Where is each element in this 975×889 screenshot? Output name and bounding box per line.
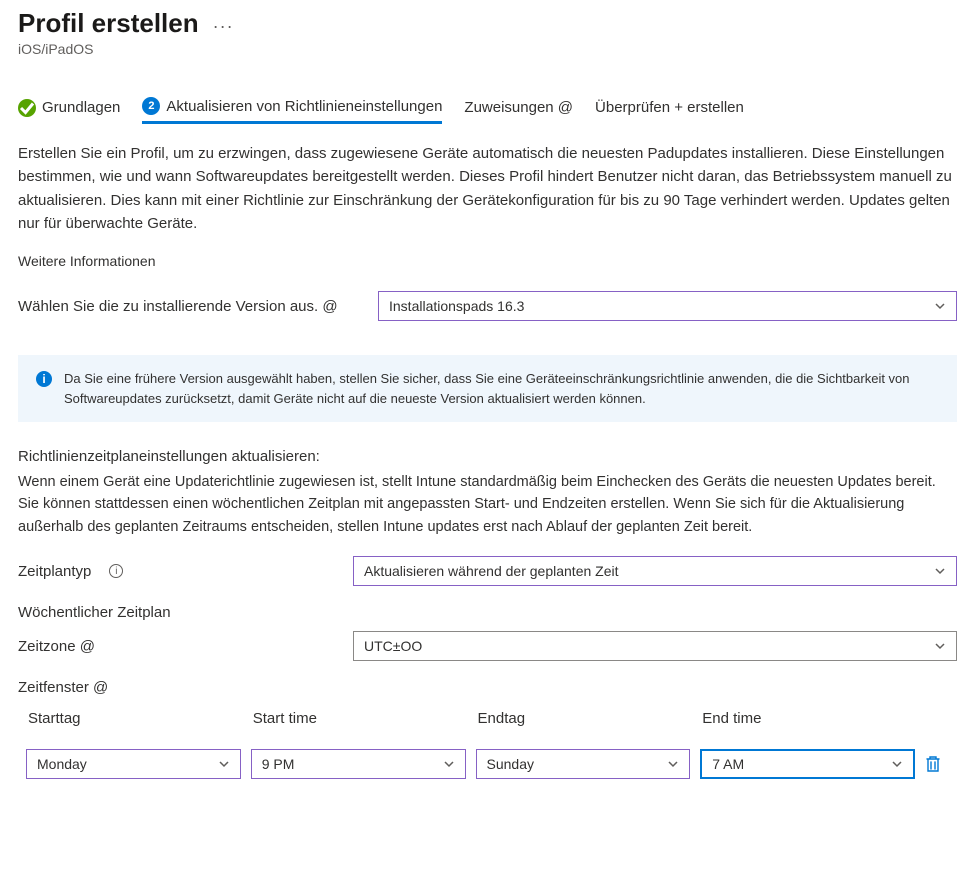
start-day-value: Monday: [37, 756, 87, 772]
start-time-select[interactable]: 9 PM: [251, 749, 466, 779]
schedule-body: Wenn einem Gerät eine Updaterichtlinie z…: [18, 471, 957, 538]
col-end-time: End time: [700, 706, 915, 739]
end-day-value: Sunday: [487, 756, 534, 772]
info-hint-icon[interactable]: i: [109, 564, 123, 578]
tab-basics[interactable]: Grundlagen: [18, 99, 120, 123]
delete-row-button[interactable]: [925, 755, 949, 773]
col-end-day: Endtag: [476, 706, 691, 739]
timewindow-grid: Starttag Start time Endtag End time Mond…: [26, 706, 949, 779]
chevron-down-icon: [934, 640, 946, 652]
more-info-link[interactable]: Weitere Informationen: [18, 253, 957, 269]
tab-review-label: Überprüfen + erstellen: [595, 99, 744, 116]
schedule-type-label: Zeitplantyp: [18, 563, 91, 580]
info-banner: i Da Sie eine frühere Version ausgewählt…: [18, 355, 957, 422]
timezone-label: Zeitzone @: [18, 638, 343, 655]
info-banner-text: Da Sie eine frühere Version ausgewählt h…: [64, 369, 939, 408]
end-time-select[interactable]: 7 AM: [700, 749, 915, 779]
chevron-down-icon: [934, 565, 946, 577]
tab-review[interactable]: Überprüfen + erstellen: [595, 99, 744, 122]
schedule-type-select[interactable]: Aktualisieren während der geplanten Zeit: [353, 556, 957, 586]
wizard-tabs: Grundlagen 2 Aktualisieren von Richtlini…: [18, 97, 957, 124]
col-start-time: Start time: [251, 706, 466, 739]
version-select-value: Installationspads 16.3: [389, 298, 524, 314]
end-day-select[interactable]: Sunday: [476, 749, 691, 779]
tab-assignments[interactable]: Zuweisungen @: [464, 99, 573, 122]
more-actions-icon[interactable]: ···: [213, 10, 234, 37]
timezone-value: UTC±OO: [364, 638, 422, 654]
version-label: Wählen Sie die zu installierende Version…: [18, 298, 368, 315]
col-start-day: Starttag: [26, 706, 241, 739]
step-number-icon: 2: [142, 97, 160, 115]
schedule-type-value: Aktualisieren während der geplanten Zeit: [364, 563, 619, 579]
page-title: Profil erstellen: [18, 8, 199, 39]
page-subtitle: iOS/iPadOS: [18, 41, 957, 57]
intro-paragraph: Erstellen Sie ein Profil, um zu erzwinge…: [18, 142, 957, 235]
tab-assignments-label: Zuweisungen @: [464, 99, 573, 116]
start-day-select[interactable]: Monday: [26, 749, 241, 779]
tab-basics-label: Grundlagen: [42, 99, 120, 116]
schedule-heading: Richtlinienzeitplaneinstellungen aktuali…: [18, 448, 957, 465]
tab-update-settings[interactable]: 2 Aktualisieren von Richtlinieneinstellu…: [142, 97, 442, 124]
chevron-down-icon: [891, 758, 903, 770]
start-time-value: 9 PM: [262, 756, 295, 772]
timewindows-label: Zeitfenster @: [18, 679, 957, 696]
chevron-down-icon: [218, 758, 230, 770]
chevron-down-icon: [443, 758, 455, 770]
chevron-down-icon: [934, 300, 946, 312]
tab-update-settings-label: Aktualisieren von Richtlinieneinstellung…: [166, 98, 442, 115]
end-time-value: 7 AM: [712, 756, 744, 772]
check-icon: [18, 99, 36, 117]
timezone-select[interactable]: UTC±OO: [353, 631, 957, 661]
chevron-down-icon: [667, 758, 679, 770]
version-select[interactable]: Installationspads 16.3: [378, 291, 957, 321]
info-icon: i: [36, 371, 52, 387]
weekly-schedule-heading: Wöchentlicher Zeitplan: [18, 604, 957, 621]
